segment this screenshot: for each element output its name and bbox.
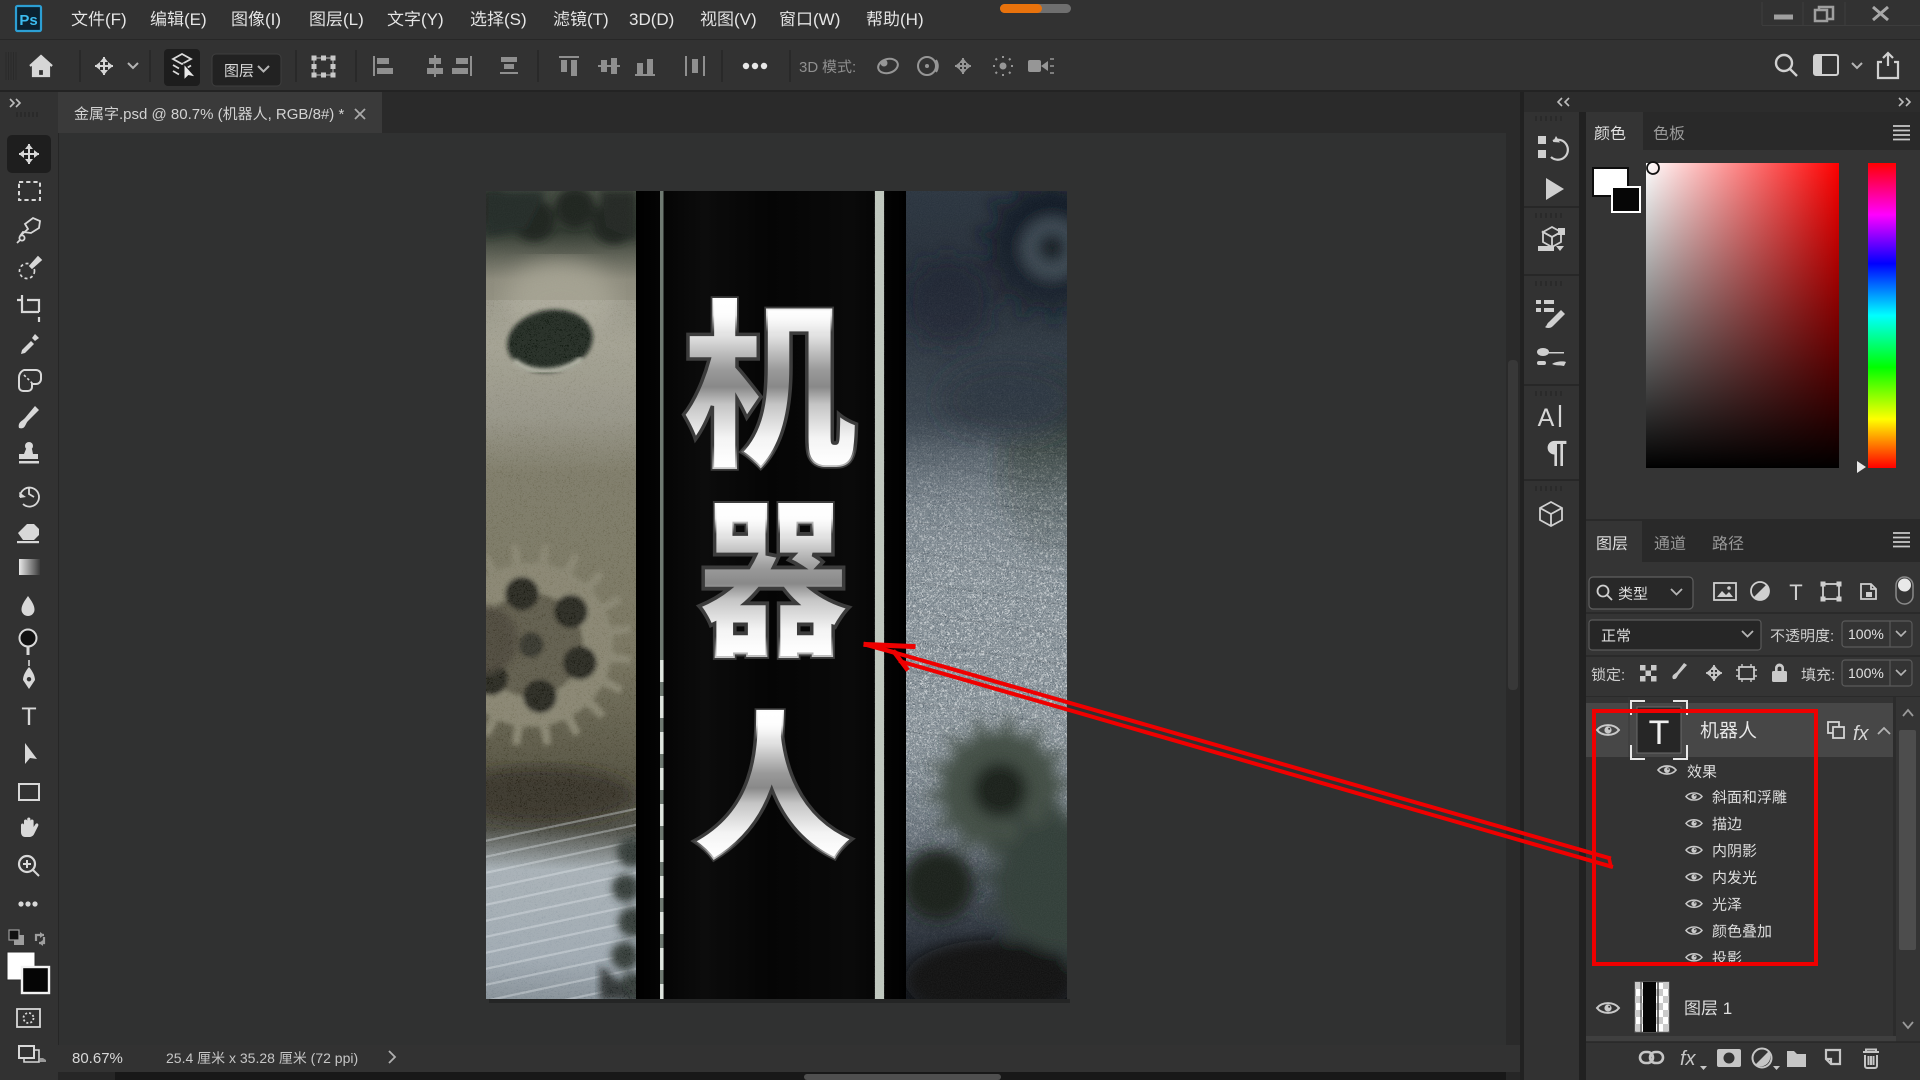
svg-text::: :	[852, 59, 856, 76]
svg-text:fx: fx	[1853, 723, 1870, 745]
svg-text:100%: 100%	[1848, 665, 1884, 681]
svg-text:T: T	[1789, 580, 1802, 605]
svg-text:T: T	[21, 703, 36, 731]
svg-text:80.67%: 80.67%	[72, 1050, 123, 1067]
svg-text:Ps: Ps	[19, 12, 37, 29]
svg-text:(V): (V)	[734, 10, 757, 29]
svg-text:(72 ppi): (72 ppi)	[307, 1050, 358, 1066]
svg-text:25.4: 25.4	[166, 1050, 197, 1066]
svg-text:(L): (L)	[343, 10, 364, 29]
svg-text:3D(D): 3D(D)	[629, 10, 674, 29]
svg-text:x 35.28: x 35.28	[225, 1050, 279, 1066]
svg-text:(T): (T)	[587, 10, 609, 29]
svg-text::: :	[1831, 667, 1835, 684]
svg-text:(W): (W)	[813, 10, 840, 29]
svg-text:T: T	[1649, 714, 1670, 752]
svg-text:(H): (H)	[900, 10, 924, 29]
svg-text:(Y): (Y)	[421, 10, 444, 29]
svg-text:(I): (I)	[265, 10, 281, 29]
svg-text:(E): (E)	[184, 10, 207, 29]
svg-text:(F): (F)	[105, 10, 127, 29]
svg-text:3D: 3D	[799, 59, 818, 76]
svg-text:A: A	[1538, 404, 1555, 432]
svg-text::: :	[1621, 667, 1625, 684]
svg-text:.psd @ 80.7% (: .psd @ 80.7% (	[119, 106, 223, 123]
svg-text:(S): (S)	[504, 10, 527, 29]
svg-text:100%: 100%	[1848, 626, 1884, 642]
svg-text::: :	[1830, 628, 1834, 645]
svg-text:, RGB/8#) *: , RGB/8#) *	[268, 106, 345, 123]
svg-text:1: 1	[1718, 999, 1732, 1018]
svg-text:fx: fx	[1680, 1048, 1697, 1070]
